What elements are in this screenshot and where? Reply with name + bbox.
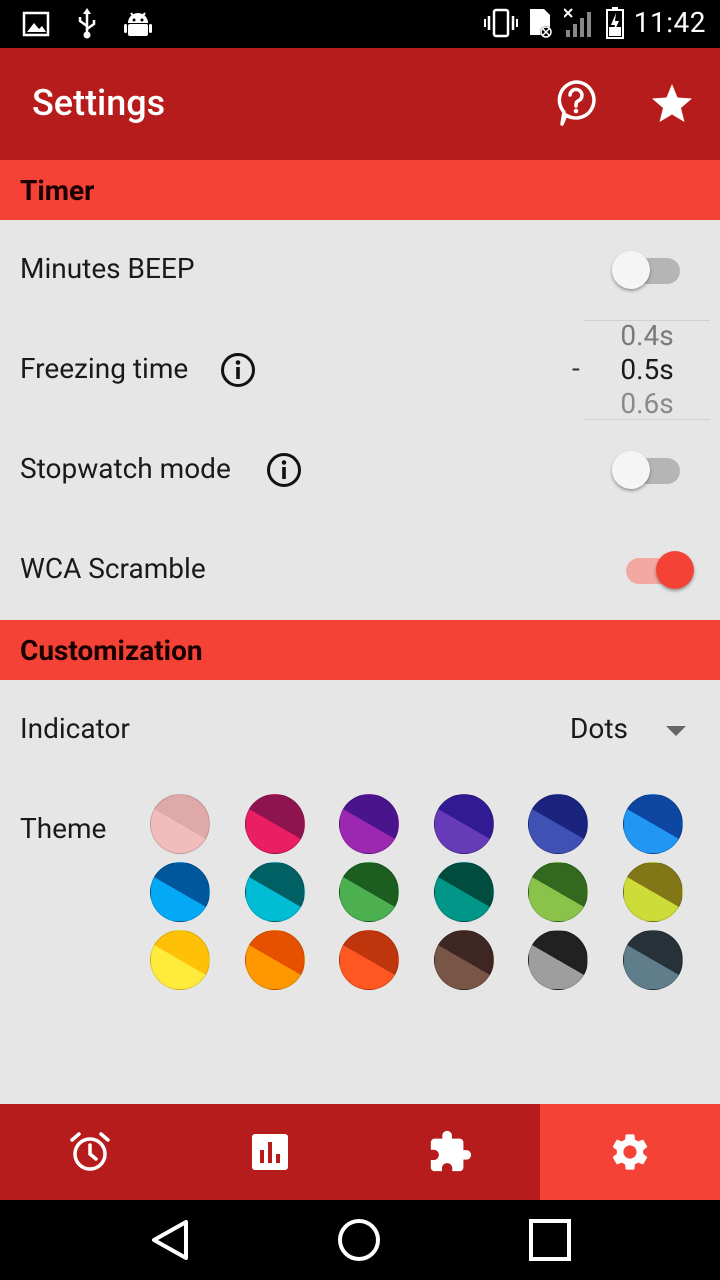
home-icon[interactable] bbox=[335, 1216, 383, 1264]
puzzle-icon bbox=[430, 1130, 472, 1172]
setting-label: Freezing time bbox=[20, 352, 189, 385]
wca-scramble-switch[interactable] bbox=[614, 548, 694, 592]
alarm-clock-icon bbox=[70, 1132, 110, 1171]
theme-swatch[interactable] bbox=[339, 794, 400, 854]
picker-option[interactable]: 0.4s bbox=[584, 320, 710, 352]
app-bar: Settings bbox=[0, 48, 720, 160]
clock: 11:42 bbox=[633, 6, 706, 39]
setting-label: Indicator bbox=[20, 712, 130, 745]
info-icon[interactable] bbox=[266, 452, 302, 488]
android-icon bbox=[124, 12, 152, 36]
status-bar: 11:42 bbox=[0, 0, 720, 48]
switch-thumb bbox=[612, 251, 650, 289]
bottom-navigation bbox=[0, 1104, 720, 1200]
switch-thumb bbox=[612, 451, 650, 489]
signal-icon bbox=[563, 7, 591, 37]
section-header-timer: Timer bbox=[0, 160, 720, 220]
theme-swatch[interactable] bbox=[150, 862, 210, 922]
stopwatch-mode-switch[interactable] bbox=[612, 448, 692, 492]
setting-label: Minutes BEEP bbox=[20, 252, 195, 285]
theme-swatch[interactable] bbox=[433, 862, 494, 922]
setting-label: WCA Scramble bbox=[20, 552, 206, 585]
picker-selected-option[interactable]: 0.5s bbox=[584, 353, 710, 386]
battery-charging-icon bbox=[605, 6, 624, 39]
theme-swatch[interactable] bbox=[150, 794, 210, 854]
nav-settings[interactable] bbox=[540, 1104, 720, 1200]
usb-icon bbox=[78, 8, 96, 39]
setting-row-minutes-beep[interactable]: Minutes BEEP bbox=[0, 220, 720, 320]
section-title: Timer bbox=[20, 174, 95, 207]
minutes-beep-switch[interactable] bbox=[612, 248, 692, 292]
switch-thumb bbox=[656, 551, 694, 589]
picker-option[interactable]: 0.6s bbox=[584, 387, 710, 420]
theme-swatch[interactable] bbox=[244, 794, 305, 854]
recents-icon[interactable] bbox=[526, 1216, 574, 1264]
setting-row-stopwatch-mode[interactable]: Stopwatch mode bbox=[0, 420, 720, 520]
setting-row-wca-scramble[interactable]: WCA Scramble bbox=[0, 520, 720, 620]
vibrate-icon bbox=[483, 8, 518, 37]
sim-icon bbox=[529, 8, 552, 38]
stats-icon bbox=[252, 1134, 288, 1170]
theme-swatch[interactable] bbox=[623, 862, 683, 922]
section-header-customization: Customization bbox=[0, 620, 720, 680]
indicator-dropdown[interactable]: Dots bbox=[570, 712, 628, 745]
theme-swatch[interactable] bbox=[339, 930, 400, 990]
theme-swatch[interactable] bbox=[623, 930, 683, 990]
image-icon bbox=[22, 11, 50, 37]
theme-swatch[interactable] bbox=[528, 794, 589, 854]
freezing-time-picker[interactable]: 0.4s 0.5s 0.6s bbox=[584, 320, 710, 420]
theme-swatch[interactable] bbox=[339, 862, 400, 922]
theme-swatch[interactable] bbox=[528, 930, 589, 990]
theme-swatch[interactable] bbox=[244, 930, 305, 990]
theme-swatch[interactable] bbox=[244, 862, 305, 922]
star-icon bbox=[652, 84, 692, 122]
picker-dash: - bbox=[572, 352, 580, 385]
nav-puzzles[interactable] bbox=[360, 1104, 540, 1200]
dropdown-arrow-icon[interactable] bbox=[666, 726, 686, 736]
theme-swatch[interactable] bbox=[528, 862, 589, 922]
page-title: Settings bbox=[32, 82, 166, 124]
gear-icon bbox=[612, 1134, 648, 1170]
theme-swatch[interactable] bbox=[433, 930, 494, 990]
theme-swatch[interactable] bbox=[623, 794, 683, 854]
theme-swatch[interactable] bbox=[150, 930, 210, 990]
section-title: Customization bbox=[20, 634, 203, 667]
nav-timer[interactable] bbox=[0, 1104, 180, 1200]
star-button[interactable] bbox=[648, 78, 696, 130]
help-button[interactable] bbox=[552, 78, 600, 134]
system-navigation-bar bbox=[0, 1200, 720, 1280]
back-icon[interactable] bbox=[146, 1216, 194, 1264]
theme-label: Theme bbox=[20, 812, 107, 845]
nav-stats[interactable] bbox=[180, 1104, 360, 1200]
info-icon[interactable] bbox=[220, 352, 256, 388]
theme-swatch[interactable] bbox=[433, 794, 494, 854]
help-icon bbox=[557, 80, 596, 126]
setting-label: Stopwatch mode bbox=[20, 452, 231, 485]
